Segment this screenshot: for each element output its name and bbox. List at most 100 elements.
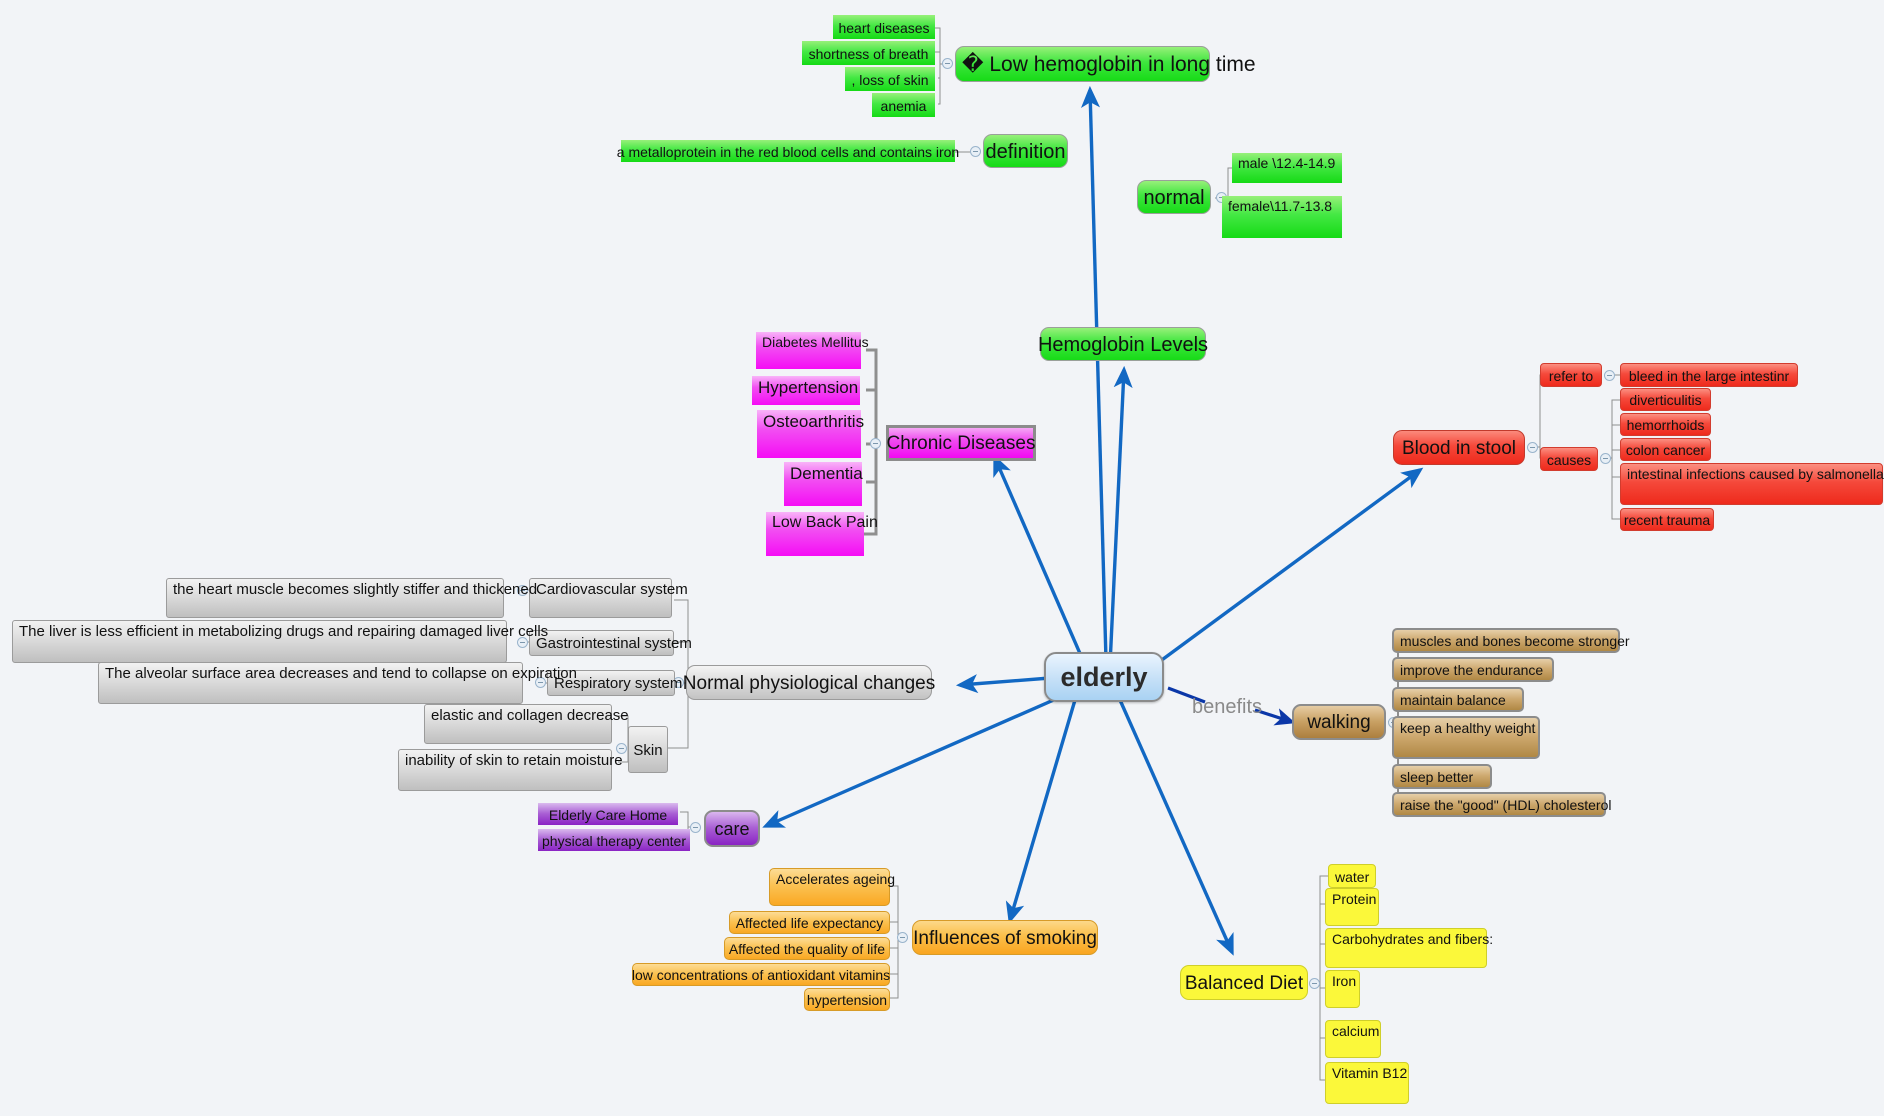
branch-node-physiological-changes[interactable]: Normal physiological changes (683, 665, 935, 700)
leaf-vitamin-b12[interactable]: Vitamin B12 (1325, 1062, 1409, 1104)
node-label: refer to (1548, 367, 1594, 384)
branch-node-smoking[interactable]: Influences of smoking (912, 920, 1098, 955)
leaf-anemia[interactable]: anemia (872, 93, 935, 117)
leaf-keep-healthy-weight[interactable]: keep a healthy weight (1392, 716, 1540, 759)
leaf-label: low concentrations of antioxidant vitami… (631, 967, 891, 984)
leaf-label: male \12.4-14.9 (1238, 155, 1336, 171)
leaf-low-antioxidant-vitamins[interactable]: low concentrations of antioxidant vitami… (632, 963, 890, 986)
leaf-osteoarthritis[interactable]: Osteoarthritis (757, 410, 864, 458)
leaf-label: anemia (880, 97, 927, 114)
leaf-label: Accelerates ageing (776, 871, 896, 887)
leaf-label: , loss of skin (851, 71, 929, 88)
branch-label: Chronic Diseases (886, 433, 1036, 455)
leaf-accelerates-ageing[interactable]: Accelerates ageing (769, 868, 895, 906)
leaf-label: recent trauma (1623, 512, 1711, 529)
leaf-label: physical therapy center (542, 832, 686, 849)
leaf-hypertension[interactable]: Hypertension (752, 376, 860, 405)
leaf-alveolar-surface-decrease[interactable]: The alveolar surface area decreases and … (98, 662, 577, 704)
leaf-affected-life-expectancy[interactable]: Affected life expectancy (729, 911, 890, 934)
edge-label-benefits: benefits (1192, 696, 1263, 718)
node-normal[interactable]: normal (1137, 180, 1211, 214)
leaf-label: The liver is less efficient in metaboliz… (19, 623, 549, 640)
leaf-iron[interactable]: Iron (1325, 970, 1360, 1008)
leaf-label: shortness of breath (808, 45, 929, 62)
collapse-toggle-chronic-diseases[interactable] (870, 438, 881, 449)
leaf-label: water (1335, 868, 1370, 885)
central-node-elderly[interactable]: elderly (1044, 652, 1164, 702)
leaf-label: muscles and bones become stronger (1400, 633, 1630, 650)
leaf-heart-diseases[interactable]: heart diseases (833, 15, 935, 39)
leaf-inability-retain-moisture[interactable]: inability of skin to retain moisture (398, 749, 623, 791)
leaf-heart-muscle-stiffer[interactable]: the heart muscle becomes slightly stiffe… (166, 578, 537, 618)
leaf-affected-quality-of-life[interactable]: Affected the quality of life (724, 937, 890, 960)
leaf-hemorrhoids[interactable]: hemorrhoids (1620, 413, 1711, 436)
branch-node-walking[interactable]: walking (1292, 704, 1386, 740)
node-causes[interactable]: causes (1540, 447, 1598, 471)
leaf-label: sleep better (1400, 769, 1474, 786)
leaf-maintain-balance[interactable]: maintain balance (1392, 687, 1524, 712)
collapse-toggle-smoking[interactable] (897, 932, 908, 943)
leaf-label: Carbohydrates and fibers: (1332, 931, 1494, 947)
leaf-label: Diabetes Mellitus (762, 334, 869, 350)
leaf-label: colon cancer (1625, 442, 1706, 459)
leaf-label: hypertension (806, 992, 888, 1009)
leaf-elderly-care-home[interactable]: Elderly Care Home (538, 803, 678, 825)
leaf-loss-of-skin[interactable]: , loss of skin (845, 67, 935, 91)
leaf-sleep-better[interactable]: sleep better (1392, 764, 1492, 789)
leaf-diabetes-mellitus[interactable]: Diabetes Mellitus (756, 332, 869, 369)
leaf-shortness-of-breath[interactable]: shortness of breath (802, 41, 935, 65)
leaf-raise-hdl-cholesterol[interactable]: raise the "good" (HDL) cholesterol (1392, 792, 1611, 817)
leaf-hypertension-smoking[interactable]: hypertension (804, 988, 890, 1011)
leaf-label: Elderly Care Home (548, 806, 668, 823)
leaf-calcium[interactable]: calcium (1325, 1020, 1381, 1058)
leaf-label: inability of skin to retain moisture (405, 752, 623, 769)
leaf-physical-therapy-center[interactable]: physical therapy center (538, 829, 690, 851)
leaf-water[interactable]: water (1328, 864, 1376, 888)
branch-node-chronic-diseases[interactable]: Chronic Diseases (886, 425, 1036, 461)
leaf-label: female\11.7-13.8 (1228, 198, 1333, 214)
node-label: normal (1143, 186, 1205, 209)
leaf-improve-endurance[interactable]: improve the endurance (1392, 657, 1554, 682)
leaf-bleed-large-intestine[interactable]: bleed in the large intestinr (1620, 363, 1798, 387)
central-node-label: elderly (1060, 662, 1148, 693)
branch-node-care[interactable]: care (704, 810, 760, 847)
branch-node-hemoglobin-levels[interactable]: Hemoglobin Levels (1038, 327, 1208, 361)
collapse-toggle-low-hemoglobin[interactable] (942, 58, 953, 69)
collapse-toggle-balanced-diet[interactable] (1309, 978, 1320, 989)
node-refer-to[interactable]: refer to (1540, 363, 1602, 387)
branch-node-blood-in-stool[interactable]: Blood in stool (1393, 430, 1525, 465)
leaf-carbohydrates-fibers[interactable]: Carbohydrates and fibers: (1325, 928, 1493, 968)
collapse-toggle-refer-to[interactable] (1604, 370, 1615, 381)
leaf-metalloprotein-definition[interactable]: a metalloprotein in the red blood cells … (617, 140, 959, 162)
leaf-female-range[interactable]: female\11.7-13.8 (1222, 196, 1342, 238)
leaf-label: maintain balance (1400, 692, 1506, 709)
branch-label: care (714, 819, 750, 840)
leaf-low-back-pain[interactable]: Low Back Pain (766, 512, 878, 556)
leaf-intestinal-infections-salmonella[interactable]: intestinal infections caused by salmonel… (1620, 463, 1884, 505)
node-low-hemoglobin-long-time[interactable]: � Low hemoglobin in long time (955, 46, 1256, 82)
mindmap-canvas: elderly benefits Hemoglobin Levels � Low… (0, 0, 1884, 1116)
collapse-toggle-definition[interactable] (970, 146, 981, 157)
leaf-recent-trauma[interactable]: recent trauma (1620, 508, 1714, 531)
leaf-diverticulitis[interactable]: diverticulitis (1620, 388, 1711, 411)
node-cardiovascular-system[interactable]: Cardiovascular system (529, 578, 688, 618)
branch-label: walking (1307, 712, 1371, 734)
leaf-elastic-collagen-decrease[interactable]: elastic and collagen decrease (424, 704, 629, 744)
node-label: Cardiovascular system (536, 581, 688, 598)
leaf-protein[interactable]: Protein (1325, 888, 1379, 926)
leaf-male-range[interactable]: male \12.4-14.9 (1232, 153, 1342, 183)
collapse-toggle-blood-in-stool[interactable] (1527, 442, 1538, 453)
leaf-label: diverticulitis (1629, 392, 1702, 409)
leaf-colon-cancer[interactable]: colon cancer (1620, 438, 1711, 461)
leaf-dementia[interactable]: Dementia (784, 462, 863, 506)
branch-node-balanced-diet[interactable]: Balanced Diet (1180, 965, 1308, 1000)
leaf-label: The alveolar surface area decreases and … (105, 665, 577, 682)
node-label: � Low hemoglobin in long time (962, 52, 1256, 76)
node-definition[interactable]: definition (983, 134, 1068, 168)
node-label: Skin (633, 741, 663, 759)
collapse-toggle-causes[interactable] (1600, 453, 1611, 464)
leaf-liver-less-efficient[interactable]: The liver is less efficient in metaboliz… (12, 620, 548, 663)
node-skin[interactable]: Skin (628, 726, 668, 773)
leaf-label: calcium (1332, 1023, 1380, 1039)
leaf-muscles-bones-stronger[interactable]: muscles and bones become stronger (1392, 628, 1630, 653)
